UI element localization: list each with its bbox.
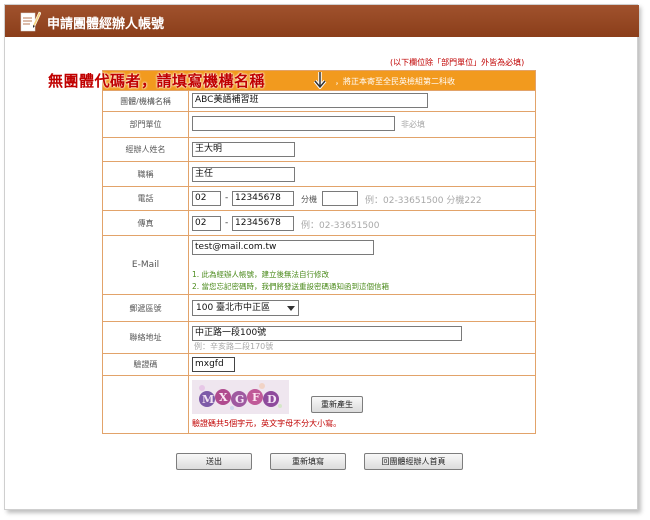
- email-note-1: 1. 此為經辦人帳號，建立後無法自行修改: [192, 270, 330, 279]
- agent-name-input[interactable]: 王大明: [192, 142, 295, 157]
- svg-text:D: D: [267, 393, 277, 406]
- row-agent-name: 經辦人姓名 王大明: [103, 137, 535, 161]
- zip-label: 郵遞區號: [103, 295, 189, 321]
- page-title: 申請團體經辦人帳號: [47, 17, 165, 32]
- captcha-note: 驗證碼共5個字元，英文字母不分大小寫。: [192, 419, 342, 428]
- address-input[interactable]: 中正路一段100號: [192, 326, 462, 341]
- annotation-text: 無團體代碼者，請填寫機構名稱: [48, 72, 266, 90]
- captcha-image: M X G F D: [192, 380, 289, 414]
- application-form: ，將正本寄至全民英檢組第二科收 團體/機構名稱 ABC美語補習班 部門單位 非必…: [102, 70, 536, 434]
- fax-hint: 例：02-33651500: [301, 221, 380, 231]
- svg-text:G: G: [235, 393, 244, 406]
- org-name-label: 團體/機構名稱: [103, 91, 189, 111]
- title-bar: 申請團體經辦人帳號: [5, 5, 639, 37]
- svg-text:X: X: [219, 391, 228, 404]
- phone-dash: -: [225, 193, 229, 203]
- row-department: 部門單位 非必填: [103, 111, 535, 137]
- address-label: 聯絡地址: [103, 322, 189, 353]
- email-input[interactable]: test@mail.com.tw: [192, 240, 374, 255]
- row-captcha-input: 驗證碼 mxgfd: [103, 353, 535, 375]
- reset-button[interactable]: 重新填寫: [270, 453, 346, 470]
- email-label: E-Mail: [103, 236, 189, 294]
- org-name-input[interactable]: ABC美語補習班: [192, 93, 428, 108]
- back-home-button[interactable]: 回團體經辦人首頁: [364, 453, 463, 470]
- job-title-input[interactable]: 主任: [192, 167, 295, 182]
- fax-label: 傳真: [103, 211, 189, 235]
- row-org-name: 團體/機構名稱 ABC美語補習班: [103, 90, 535, 111]
- captcha-label: 驗證碼: [103, 354, 189, 375]
- phone-hint: 例：02-33651500 分機222: [365, 196, 482, 206]
- department-input[interactable]: [192, 116, 395, 131]
- phone-ext-input[interactable]: [322, 191, 358, 206]
- phone-number-input[interactable]: 12345678: [232, 191, 294, 206]
- arrow-down-icon: [313, 72, 327, 89]
- zip-selected-value: 100 臺北市中正區: [196, 303, 271, 313]
- required-fields-note: (以下欄位除「部門單位」外皆為必填): [390, 58, 525, 67]
- fax-area-input[interactable]: 02: [192, 216, 221, 231]
- agent-name-label: 經辦人姓名: [103, 138, 189, 161]
- fax-dash: -: [225, 218, 229, 228]
- row-captcha-image: M X G F D 重新產生 驗證碼共5個字元，英文字母不分大小寫。: [103, 375, 535, 433]
- instruction-text: ，將正本寄至全民英檢組第二科收: [335, 77, 455, 86]
- row-job-title: 職稱 主任: [103, 161, 535, 186]
- row-phone: 電話 02 - 12345678 分機 例：02-33651500 分機222: [103, 186, 535, 210]
- department-label: 部門單位: [103, 112, 189, 137]
- fax-number-input[interactable]: 12345678: [232, 216, 294, 231]
- captcha-image-label-cell: [103, 376, 189, 433]
- captcha-input[interactable]: mxgfd: [192, 357, 235, 372]
- svg-text:F: F: [252, 391, 260, 404]
- job-title-label: 職稱: [103, 162, 189, 186]
- row-email: E-Mail test@mail.com.tw 1. 此為經辦人帳號，建立後無法…: [103, 235, 535, 294]
- address-hint: 例：辛亥路二段170號: [194, 342, 274, 351]
- zip-select[interactable]: 100 臺北市中正區: [192, 300, 299, 316]
- row-zip: 郵遞區號 100 臺北市中正區: [103, 294, 535, 321]
- row-address: 聯絡地址 中正路一段100號 例：辛亥路二段170號: [103, 321, 535, 353]
- chevron-down-icon: [287, 306, 295, 311]
- row-fax: 傳真 02 - 12345678 例：02-33651500: [103, 210, 535, 235]
- phone-area-input[interactable]: 02: [192, 191, 221, 206]
- email-note-2: 2. 當您忘記密碼時，我們將發送重設密碼通知函到這個信箱: [192, 282, 390, 291]
- department-hint: 非必填: [401, 120, 425, 129]
- submit-button[interactable]: 送出: [176, 453, 252, 470]
- phone-ext-label: 分機: [301, 195, 317, 204]
- phone-label: 電話: [103, 187, 189, 210]
- svg-text:M: M: [202, 393, 214, 406]
- regenerate-captcha-button[interactable]: 重新產生: [311, 396, 363, 413]
- document-pencil-icon: [20, 11, 41, 32]
